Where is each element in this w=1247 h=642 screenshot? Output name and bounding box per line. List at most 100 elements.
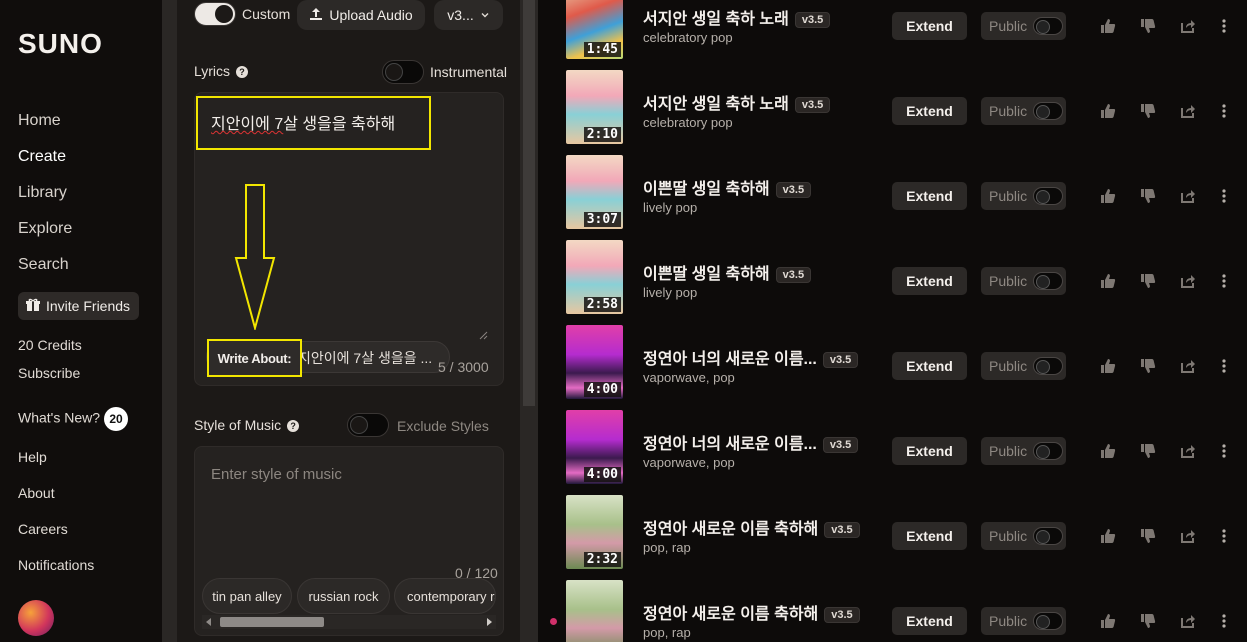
share-icon[interactable] [1179,612,1197,630]
song-row[interactable]: 4:00 정연아 너의 새로운 이름... v3.5 vaporwave, pop… [538,410,1247,495]
thumbs-down-icon[interactable] [1139,272,1157,290]
song-genre[interactable]: lively pop [643,200,697,215]
nav-explore[interactable]: Explore [18,220,72,238]
share-icon[interactable] [1179,357,1197,375]
nav-search[interactable]: Search [18,256,69,274]
about-link[interactable]: About [18,485,55,501]
invite-friends-button[interactable]: Invite Friends [18,292,139,320]
whats-new-link[interactable]: What's New? 20 [18,407,129,431]
song-cover[interactable]: 2:58 [566,240,623,314]
help-icon[interactable]: ? [236,66,249,79]
public-toggle[interactable]: Public [981,12,1066,40]
style-help-icon[interactable]: ? [287,420,300,433]
resize-handle-icon[interactable] [478,330,488,340]
song-cover[interactable]: 4:00 [566,325,623,399]
subscribe-link[interactable]: Subscribe [18,365,80,381]
style-tag[interactable]: russian rock [297,578,390,614]
careers-link[interactable]: Careers [18,521,68,537]
thumbs-down-icon[interactable] [1139,102,1157,120]
song-row[interactable]: 3:07 이쁜딸 생일 축하해 v3.5 lively pop Extend Pu… [538,155,1247,240]
public-toggle[interactable]: Public [981,352,1066,380]
song-genre[interactable]: celebratory pop [643,30,733,45]
suno-logo[interactable]: SUNO [18,28,103,60]
scroll-right-icon[interactable] [486,618,492,626]
extend-button[interactable]: Extend [892,522,967,550]
thumbs-up-icon[interactable] [1099,272,1117,290]
extend-button[interactable]: Extend [892,267,967,295]
create-scrollbar-thumb[interactable] [523,0,535,406]
public-toggle[interactable]: Public [981,97,1066,125]
upload-audio-button[interactable]: Upload Audio [297,0,425,30]
song-title[interactable]: 서지안 생일 축하 노래 v3.5 [643,90,831,114]
thumbs-up-icon[interactable] [1099,187,1117,205]
thumbs-down-icon[interactable] [1139,357,1157,375]
scroll-left-icon[interactable] [206,618,212,626]
public-switch[interactable] [1033,442,1064,460]
more-options-icon[interactable] [1215,612,1233,630]
style-tag[interactable]: tin pan alley [202,578,292,614]
thumbs-up-icon[interactable] [1099,17,1117,35]
song-title[interactable]: 정연아 새로운 이름 축하해 v3.5 [643,600,860,624]
public-toggle[interactable]: Public [981,437,1066,465]
song-cover[interactable]: 2:10 [566,70,623,144]
instrumental-toggle[interactable] [382,60,424,84]
thumbs-down-icon[interactable] [1139,442,1157,460]
song-cover[interactable]: 4:00 [566,410,623,484]
thumbs-up-icon[interactable] [1099,527,1117,545]
more-options-icon[interactable] [1215,272,1233,290]
song-title[interactable]: 정연아 너의 새로운 이름... v3.5 [643,345,859,369]
song-cover[interactable]: 3:07 [566,155,623,229]
song-row[interactable]: 2:32 정연아 새로운 이름 축하해 v3.5 pop, rap Extend … [538,495,1247,580]
help-link[interactable]: Help [18,449,47,465]
public-switch[interactable] [1033,17,1064,35]
more-options-icon[interactable] [1215,357,1233,375]
song-row[interactable]: 2:10 서지안 생일 축하 노래 v3.5 celebratory pop Ex… [538,70,1247,155]
style-tag[interactable]: contemporary r& [394,578,496,614]
public-switch[interactable] [1033,612,1064,630]
thumbs-down-icon[interactable] [1139,17,1157,35]
song-genre[interactable]: pop, rap [643,540,691,555]
song-title[interactable]: 정연아 너의 새로운 이름... v3.5 [643,430,859,454]
public-switch[interactable] [1033,357,1064,375]
thumbs-up-icon[interactable] [1099,102,1117,120]
public-switch[interactable] [1033,527,1064,545]
song-row[interactable]: 1:45 서지안 생일 축하 노래 v3.5 celebratory pop Ex… [538,0,1247,70]
extend-button[interactable]: Extend [892,97,967,125]
public-switch[interactable] [1033,187,1064,205]
avatar[interactable] [18,600,54,636]
song-title[interactable]: 이쁜딸 생일 축하해 v3.5 [643,260,812,284]
song-cover[interactable] [566,580,623,642]
public-toggle[interactable]: Public [981,182,1066,210]
nav-home[interactable]: Home [18,112,61,130]
thumbs-up-icon[interactable] [1099,357,1117,375]
extend-button[interactable]: Extend [892,12,967,40]
thumbs-up-icon[interactable] [1099,442,1117,460]
extend-button[interactable]: Extend [892,182,967,210]
song-row[interactable]: 정연아 새로운 이름 축하해 v3.5 pop, rap Extend Publi… [538,580,1247,642]
public-toggle[interactable]: Public [981,267,1066,295]
more-options-icon[interactable] [1215,17,1233,35]
public-toggle[interactable]: Public [981,522,1066,550]
extend-button[interactable]: Extend [892,352,967,380]
custom-toggle[interactable] [194,2,236,26]
share-icon[interactable] [1179,17,1197,35]
share-icon[interactable] [1179,442,1197,460]
song-title[interactable]: 정연아 새로운 이름 축하해 v3.5 [643,515,860,539]
thumbs-down-icon[interactable] [1139,187,1157,205]
song-cover[interactable]: 1:45 [566,0,623,59]
extend-button[interactable]: Extend [892,607,967,635]
nav-library[interactable]: Library [18,184,67,202]
song-title[interactable]: 서지안 생일 축하 노래 v3.5 [643,5,831,29]
exclude-styles-toggle[interactable] [347,413,389,437]
song-genre[interactable]: pop, rap [643,625,691,640]
extend-button[interactable]: Extend [892,437,967,465]
thumbs-down-icon[interactable] [1139,527,1157,545]
share-icon[interactable] [1179,187,1197,205]
song-genre[interactable]: vaporwave, pop [643,370,735,385]
song-genre[interactable]: lively pop [643,285,697,300]
song-cover[interactable]: 2:32 [566,495,623,569]
song-row[interactable]: 4:00 정연아 너의 새로운 이름... v3.5 vaporwave, pop… [538,325,1247,410]
song-row[interactable]: 2:58 이쁜딸 생일 축하해 v3.5 lively pop Extend Pu… [538,240,1247,325]
public-switch[interactable] [1033,102,1064,120]
more-options-icon[interactable] [1215,442,1233,460]
